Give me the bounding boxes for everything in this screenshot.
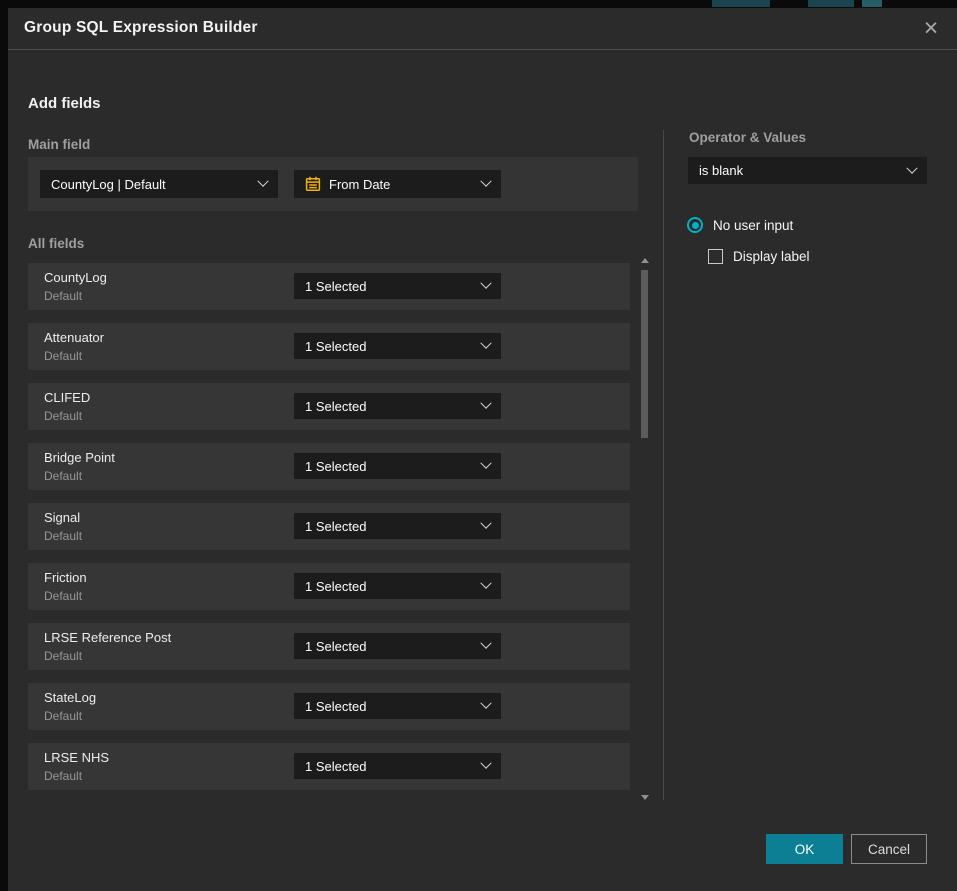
all-fields-list: CountyLog Default 1 Selected Attenuator … (28, 263, 630, 803)
display-label-checkbox[interactable]: Display label (708, 249, 810, 264)
background-app-remnant (808, 0, 854, 7)
field-values-select[interactable]: 1 Selected (294, 513, 501, 539)
chevron-down-icon (480, 578, 491, 589)
field-alias: Default (44, 529, 82, 543)
selected-count-label: 1 Selected (305, 639, 474, 654)
field-alias: Default (44, 289, 82, 303)
field-row: StateLog Default 1 Selected (28, 683, 630, 730)
chevron-down-icon (480, 698, 491, 709)
field-values-select[interactable]: 1 Selected (294, 753, 501, 779)
group-sql-expression-builder-dialog: Group SQL Expression Builder × Add field… (8, 8, 957, 891)
main-layer-select[interactable]: CountyLog | Default (40, 170, 278, 198)
field-alias: Default (44, 469, 82, 483)
display-label-label: Display label (733, 249, 810, 264)
chevron-down-icon (480, 278, 491, 289)
chevron-down-icon (480, 398, 491, 409)
field-name: Friction (44, 570, 87, 585)
no-user-input-radio[interactable]: No user input (687, 217, 793, 233)
field-name: StateLog (44, 690, 96, 705)
chevron-down-icon (480, 338, 491, 349)
main-date-field-select[interactable]: From Date (294, 170, 501, 198)
field-alias: Default (44, 649, 82, 663)
field-values-select[interactable]: 1 Selected (294, 453, 501, 479)
chevron-down-icon (480, 758, 491, 769)
main-date-field-select-value: From Date (329, 177, 474, 192)
selected-count-label: 1 Selected (305, 579, 474, 594)
selected-count-label: 1 Selected (305, 399, 474, 414)
field-name: Bridge Point (44, 450, 115, 465)
field-values-select[interactable]: 1 Selected (294, 273, 501, 299)
field-values-select[interactable]: 1 Selected (294, 573, 501, 599)
calendar-icon (305, 176, 321, 192)
field-name: Attenuator (44, 330, 104, 345)
field-values-select[interactable]: 1 Selected (294, 633, 501, 659)
checkbox-icon (708, 249, 723, 264)
chevron-down-icon (906, 162, 917, 173)
selected-count-label: 1 Selected (305, 519, 474, 534)
field-row: LRSE NHS Default 1 Selected (28, 743, 630, 790)
selected-count-label: 1 Selected (305, 699, 474, 714)
field-alias: Default (44, 769, 82, 783)
close-icon[interactable]: × (917, 14, 945, 42)
field-name: Signal (44, 510, 80, 525)
field-alias: Default (44, 589, 82, 603)
field-values-select[interactable]: 1 Selected (294, 333, 501, 359)
field-name: CLIFED (44, 390, 90, 405)
dialog-title: Group SQL Expression Builder (24, 19, 258, 37)
operator-select-value: is blank (699, 163, 900, 178)
field-alias: Default (44, 349, 82, 363)
chevron-down-icon (480, 638, 491, 649)
main-field-label: Main field (28, 137, 90, 152)
dialog-header: Group SQL Expression Builder × (8, 8, 957, 50)
main-field-panel: CountyLog | Default From Date (28, 157, 638, 211)
add-fields-heading: Add fields (28, 95, 101, 112)
selected-count-label: 1 Selected (305, 339, 474, 354)
vertical-divider (663, 130, 664, 800)
no-user-input-label: No user input (713, 218, 793, 233)
selected-count-label: 1 Selected (305, 759, 474, 774)
field-name: LRSE NHS (44, 750, 109, 765)
chevron-down-icon (480, 518, 491, 529)
field-row: Signal Default 1 Selected (28, 503, 630, 550)
chevron-down-icon (480, 458, 491, 469)
background-app-remnant (712, 0, 770, 7)
scroll-up-icon[interactable] (641, 258, 649, 263)
fields-list-scrollbar (640, 256, 650, 802)
field-row: Attenuator Default 1 Selected (28, 323, 630, 370)
selected-count-label: 1 Selected (305, 459, 474, 474)
radio-icon (687, 217, 703, 233)
field-values-select[interactable]: 1 Selected (294, 693, 501, 719)
field-row: CountyLog Default 1 Selected (28, 263, 630, 310)
field-name: CountyLog (44, 270, 107, 285)
operator-values-label: Operator & Values (689, 130, 806, 145)
field-alias: Default (44, 409, 82, 423)
scroll-down-icon[interactable] (641, 795, 649, 800)
cancel-button[interactable]: Cancel (851, 834, 927, 864)
background-app-remnant (862, 0, 882, 7)
selected-count-label: 1 Selected (305, 279, 474, 294)
field-row: LRSE Reference Post Default 1 Selected (28, 623, 630, 670)
chevron-down-icon (480, 176, 491, 187)
chevron-down-icon (257, 176, 268, 187)
field-alias: Default (44, 709, 82, 723)
main-layer-select-value: CountyLog | Default (51, 177, 251, 192)
all-fields-label: All fields (28, 236, 84, 251)
field-row: Friction Default 1 Selected (28, 563, 630, 610)
field-row: Bridge Point Default 1 Selected (28, 443, 630, 490)
field-name: LRSE Reference Post (44, 630, 171, 645)
field-values-select[interactable]: 1 Selected (294, 393, 501, 419)
scrollbar-thumb[interactable] (641, 270, 648, 438)
ok-button[interactable]: OK (766, 834, 843, 864)
field-row: CLIFED Default 1 Selected (28, 383, 630, 430)
operator-select[interactable]: is blank (688, 157, 927, 184)
